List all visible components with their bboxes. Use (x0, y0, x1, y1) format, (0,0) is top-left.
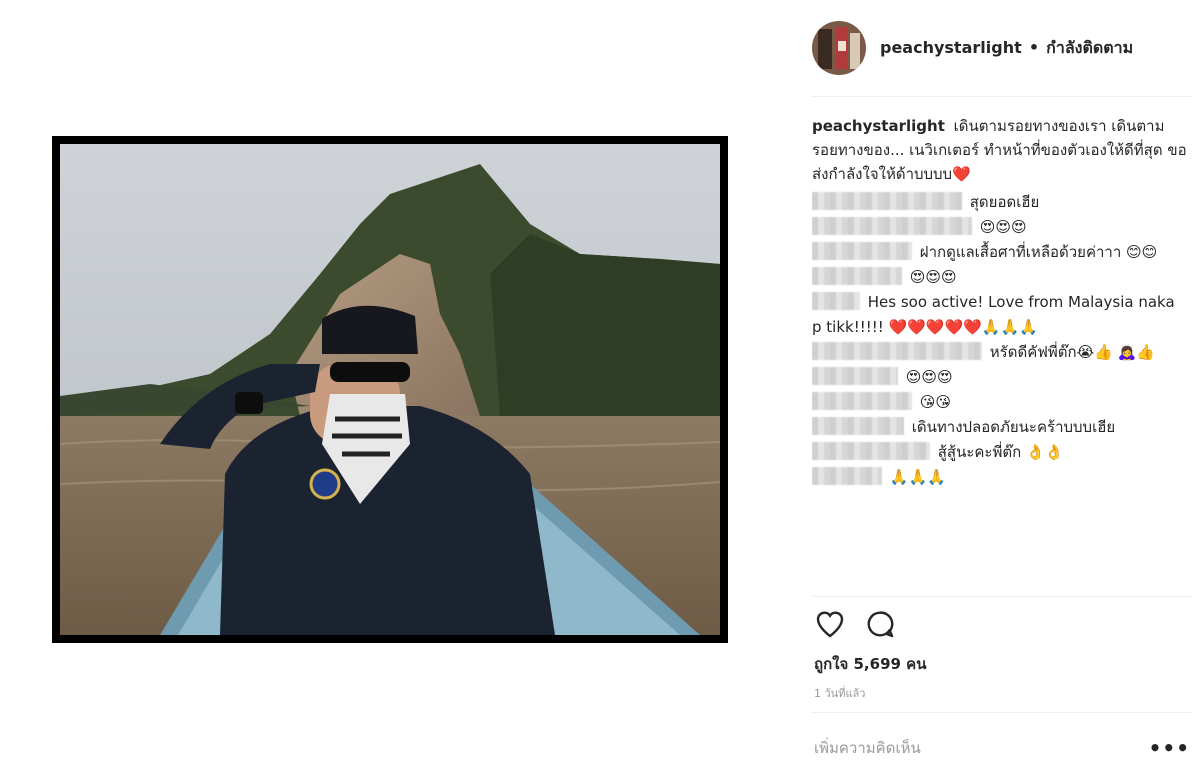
comments-list[interactable]: peachystarlight เดินตามรอยทางของเรา เดิน… (812, 114, 1188, 594)
comment: 😘😘 (812, 390, 1188, 415)
blurred-username[interactable] (812, 417, 904, 435)
comment-text: หรัดดีคัฟพี่ต๊ก😭👍 🙇‍♀️👍 (989, 343, 1155, 361)
blurred-username[interactable] (812, 292, 860, 310)
divider (812, 596, 1192, 597)
comment-text: 😍😍😍 (909, 268, 957, 286)
blurred-username[interactable] (812, 392, 912, 410)
blurred-username[interactable] (812, 192, 962, 210)
comment: สู้สู้นะคะพี่ต๊ก 👌👌 (812, 440, 1188, 465)
caption-username[interactable]: peachystarlight (812, 117, 945, 135)
post-side-panel: peachystarlight • กำลังติดตาม peachystar… (812, 0, 1200, 782)
comment: 😍😍😍 (812, 265, 1188, 290)
comment: 😍😍😍 (812, 215, 1188, 240)
comment-text: สู้สู้นะคะพี่ต๊ก 👌👌 (937, 443, 1064, 461)
like-count[interactable]: ถูกใจ 5,699 คน (814, 652, 926, 676)
blurred-username[interactable] (812, 267, 902, 285)
comment: เดินทางปลอดภัยนะคร้าบบบเฮีย (812, 415, 1188, 440)
comment-text: Hes soo active! Love from Malaysia naka … (812, 293, 1175, 336)
post-actions (812, 606, 1192, 642)
comment-text: 😍😍😍 (979, 218, 1027, 236)
comment-text: ฝากดูแลเสื้อศาที่เหลือด้วยค่าาา 😊😊 (919, 243, 1158, 261)
add-comment-input[interactable]: เพิ่มความคิดเห็น (814, 736, 921, 760)
comment: 😍😍😍 (812, 365, 1188, 390)
comment-text: เดินทางปลอดภัยนะคร้าบบบเฮีย (911, 418, 1116, 436)
blurred-username[interactable] (812, 367, 898, 385)
comment-button[interactable] (862, 606, 898, 642)
comment: 🙏🙏🙏 (812, 465, 1188, 490)
divider (812, 712, 1192, 713)
comment: Hes soo active! Love from Malaysia naka … (812, 290, 1188, 340)
post-header: peachystarlight • กำลังติดตาม (812, 20, 1200, 76)
post-photo-frame (52, 136, 728, 643)
heart-icon (816, 611, 844, 638)
blurred-username[interactable] (812, 217, 972, 235)
comment-text: 😘😘 (919, 393, 952, 411)
header-text: peachystarlight • กำลังติดตาม (880, 36, 1133, 61)
blurred-username[interactable] (812, 442, 930, 460)
following-button[interactable]: กำลังติดตาม (1046, 38, 1133, 57)
add-comment-bar: เพิ่มความคิดเห็น ••• (814, 736, 1190, 760)
comment-text: สุดยอดเฮีย (969, 193, 1040, 211)
blurred-username[interactable] (812, 467, 882, 485)
post-photo[interactable] (60, 144, 720, 635)
post-timestamp[interactable]: 1 วันที่แล้ว (814, 684, 865, 702)
comment-text: 🙏🙏🙏 (889, 468, 946, 486)
comment: สุดยอดเฮีย (812, 190, 1188, 215)
caption: peachystarlight เดินตามรอยทางของเรา เดิน… (812, 114, 1188, 186)
comment-icon (867, 611, 894, 638)
more-options-icon[interactable]: ••• (1149, 736, 1190, 760)
blurred-username[interactable] (812, 242, 912, 260)
comment: หรัดดีคัฟพี่ต๊ก😭👍 🙇‍♀️👍 (812, 340, 1188, 365)
like-button[interactable] (812, 606, 848, 642)
separator-dot: • (1028, 37, 1040, 57)
blurred-username[interactable] (812, 342, 982, 360)
comment-text: 😍😍😍 (905, 368, 953, 386)
username-link[interactable]: peachystarlight (880, 38, 1022, 57)
divider (812, 96, 1192, 97)
comment: ฝากดูแลเสื้อศาที่เหลือด้วยค่าาา 😊😊 (812, 240, 1188, 265)
avatar[interactable] (812, 21, 866, 75)
